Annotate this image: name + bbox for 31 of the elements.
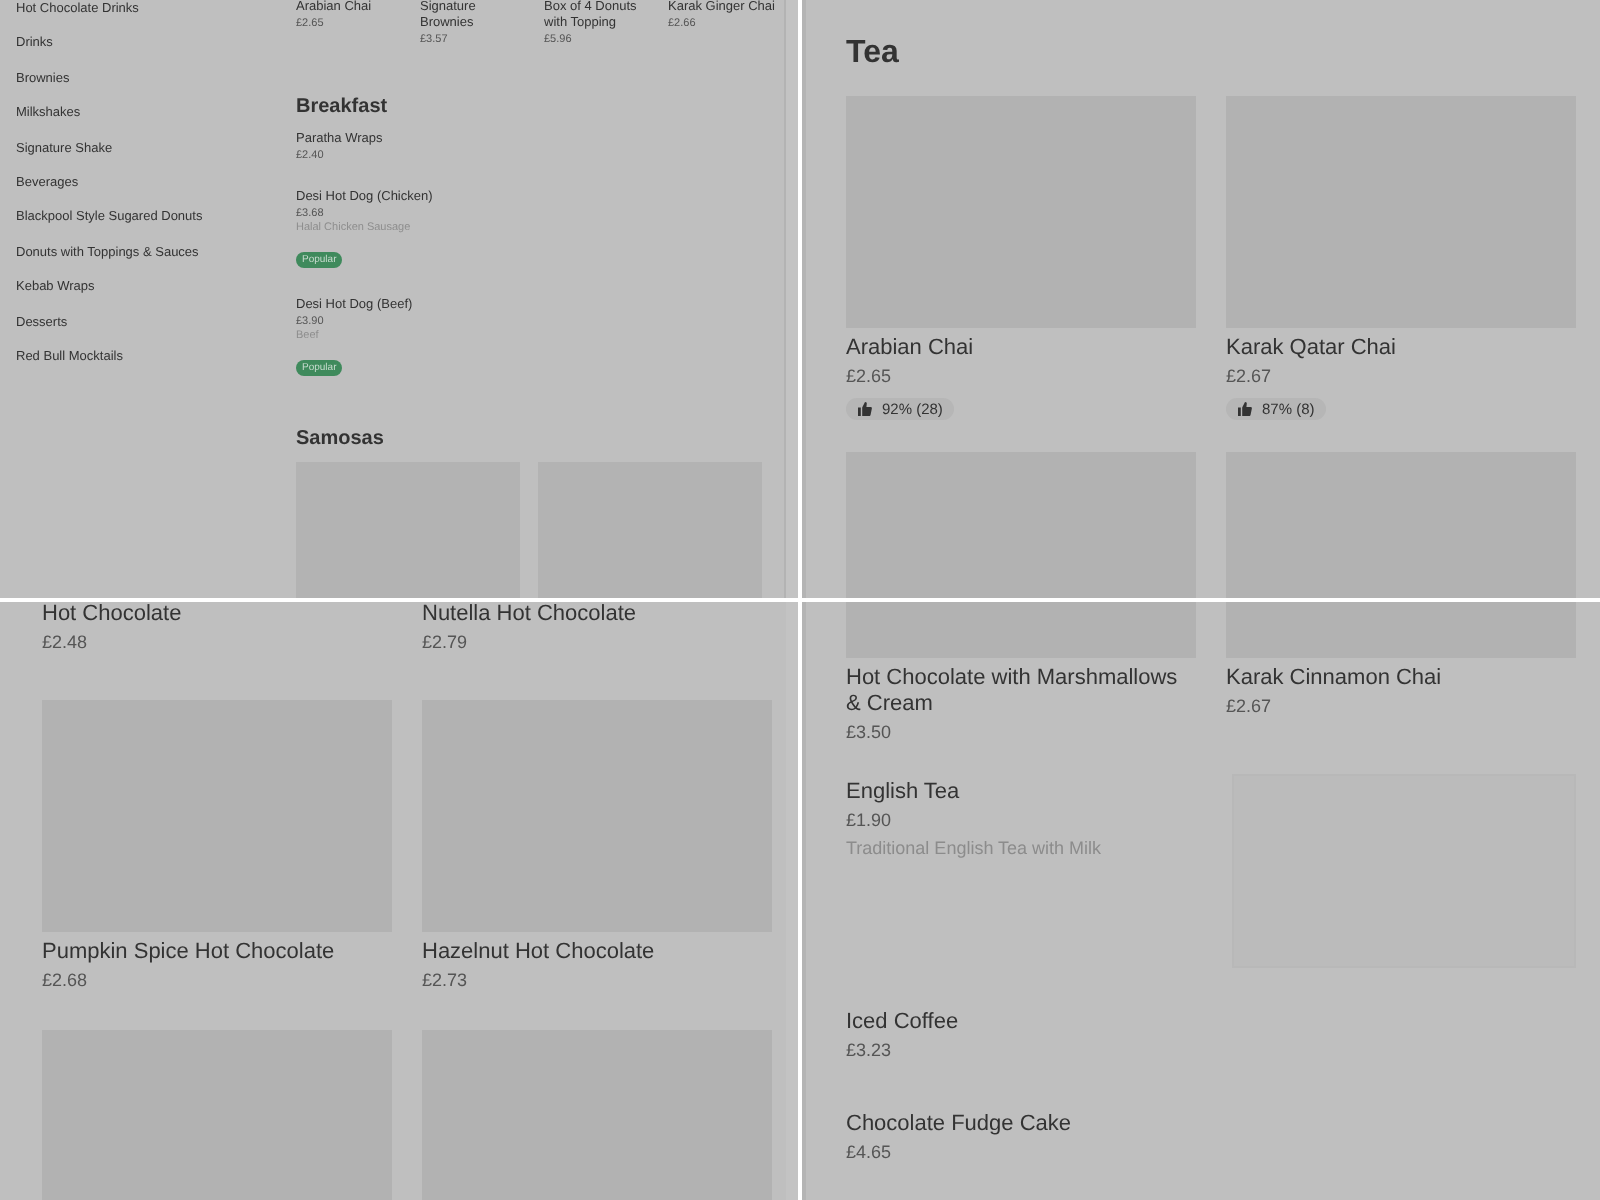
item-price: £3.50 (846, 720, 894, 746)
item-name: Chocolate Fudge Cake (846, 1112, 1072, 1138)
item-name: Hot Chocolate (42, 602, 184, 628)
item-price: £2.67 (1226, 694, 1274, 720)
thumbs-up-icon (858, 402, 872, 416)
item-name: Hot Chocolate with Marshmallows & Cream (846, 666, 1180, 718)
item-name: Pumpkin Spice Hot Chocolate (42, 940, 337, 966)
image-placeholder[interactable] (1226, 602, 1576, 658)
item-price: £2.67 (1226, 364, 1274, 390)
item-name: Karak Cinnamon Chai (1226, 666, 1444, 692)
item-name: English Tea (846, 780, 962, 806)
item-price: £2.65 (846, 364, 894, 390)
item-price: £2.79 (422, 630, 470, 656)
item-price: £1.90 (846, 808, 894, 834)
item-price: £3.23 (846, 1038, 894, 1064)
image-placeholder[interactable] (846, 602, 1196, 658)
item-price: £4.65 (846, 1140, 894, 1166)
image-placeholder[interactable] (538, 462, 762, 598)
item-name: Nutella Hot Chocolate (422, 602, 639, 628)
item-name: Karak Qatar Chai (1226, 336, 1398, 362)
item-price: £2.68 (42, 968, 90, 994)
item-price: £2.48 (42, 630, 90, 656)
section-title: Samosas (296, 428, 386, 450)
thumbs-up-icon (1238, 402, 1252, 416)
item-name: Hazelnut Hot Chocolate (422, 940, 657, 966)
section-title: Tea (846, 36, 901, 72)
item-price: £2.73 (422, 968, 470, 994)
image-placeholder[interactable] (296, 462, 520, 598)
item-name: Iced Coffee (846, 1010, 959, 1036)
section-title: Breakfast (296, 96, 390, 118)
item-name: Arabian Chai (846, 336, 976, 362)
